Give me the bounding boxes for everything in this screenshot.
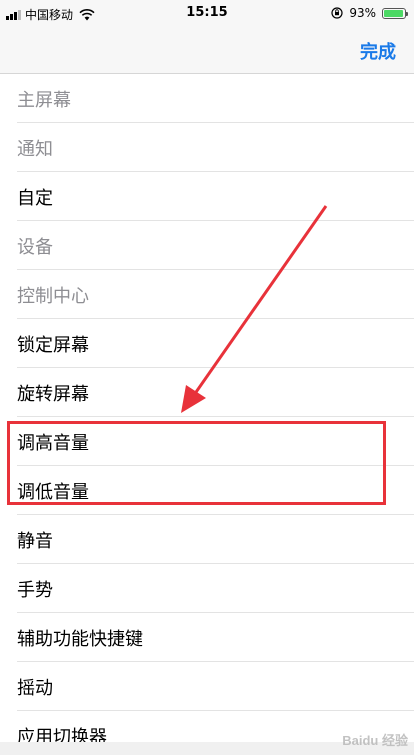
list-item[interactable]: 自定 <box>0 172 414 221</box>
list-item[interactable]: 摇动 <box>0 662 414 711</box>
list-item-label: 自定 <box>17 187 53 209</box>
list-item[interactable]: 调高音量 <box>0 417 414 466</box>
list-item[interactable]: 旋转屏幕 <box>0 368 414 417</box>
status-bar: 中国移动 15:15 93% <box>0 0 414 30</box>
list-item[interactable]: 辅助功能快捷键 <box>0 613 414 662</box>
list-item-label: 锁定屏幕 <box>17 334 89 356</box>
list-item[interactable]: 锁定屏幕 <box>0 319 414 368</box>
list-section-header: 通知 <box>0 123 414 172</box>
list-item[interactable]: 调低音量 <box>0 466 414 515</box>
watermark: Baidu 经验 <box>342 733 408 748</box>
list-item-label: 控制中心 <box>17 285 89 307</box>
list-item-label: 调高音量 <box>17 432 89 454</box>
list-item[interactable]: 静音 <box>0 515 414 564</box>
list-item-label: 通知 <box>17 138 53 160</box>
list-item-label: 设备 <box>17 236 53 258</box>
list-item[interactable]: 手势 <box>0 564 414 613</box>
battery-fill <box>384 9 403 17</box>
list-section-header: 设备 <box>0 221 414 270</box>
navigation-bar: 完成 <box>0 30 414 74</box>
list-item-label: 静音 <box>17 530 53 552</box>
list-section-header: 主屏幕 <box>0 74 414 123</box>
list-item-label: 应用切换器 <box>17 726 107 743</box>
list-section-header: 控制中心 <box>0 270 414 319</box>
list-item-label: 手势 <box>17 579 53 601</box>
list-item-label: 主屏幕 <box>17 89 71 111</box>
done-button[interactable]: 完成 <box>360 38 396 64</box>
list-item-label: 辅助功能快捷键 <box>17 628 143 650</box>
status-right: 93% <box>331 6 408 20</box>
list-item-label: 摇动 <box>17 677 53 699</box>
rotation-lock-icon <box>331 7 343 19</box>
settings-list[interactable]: 主屏幕通知自定设备控制中心锁定屏幕旋转屏幕调高音量调低音量静音手势辅助功能快捷键… <box>0 74 414 742</box>
list-item-label: 旋转屏幕 <box>17 383 89 405</box>
battery-icon <box>382 7 408 19</box>
list-item-label: 调低音量 <box>17 481 89 503</box>
battery-percent: 93% <box>349 6 376 20</box>
